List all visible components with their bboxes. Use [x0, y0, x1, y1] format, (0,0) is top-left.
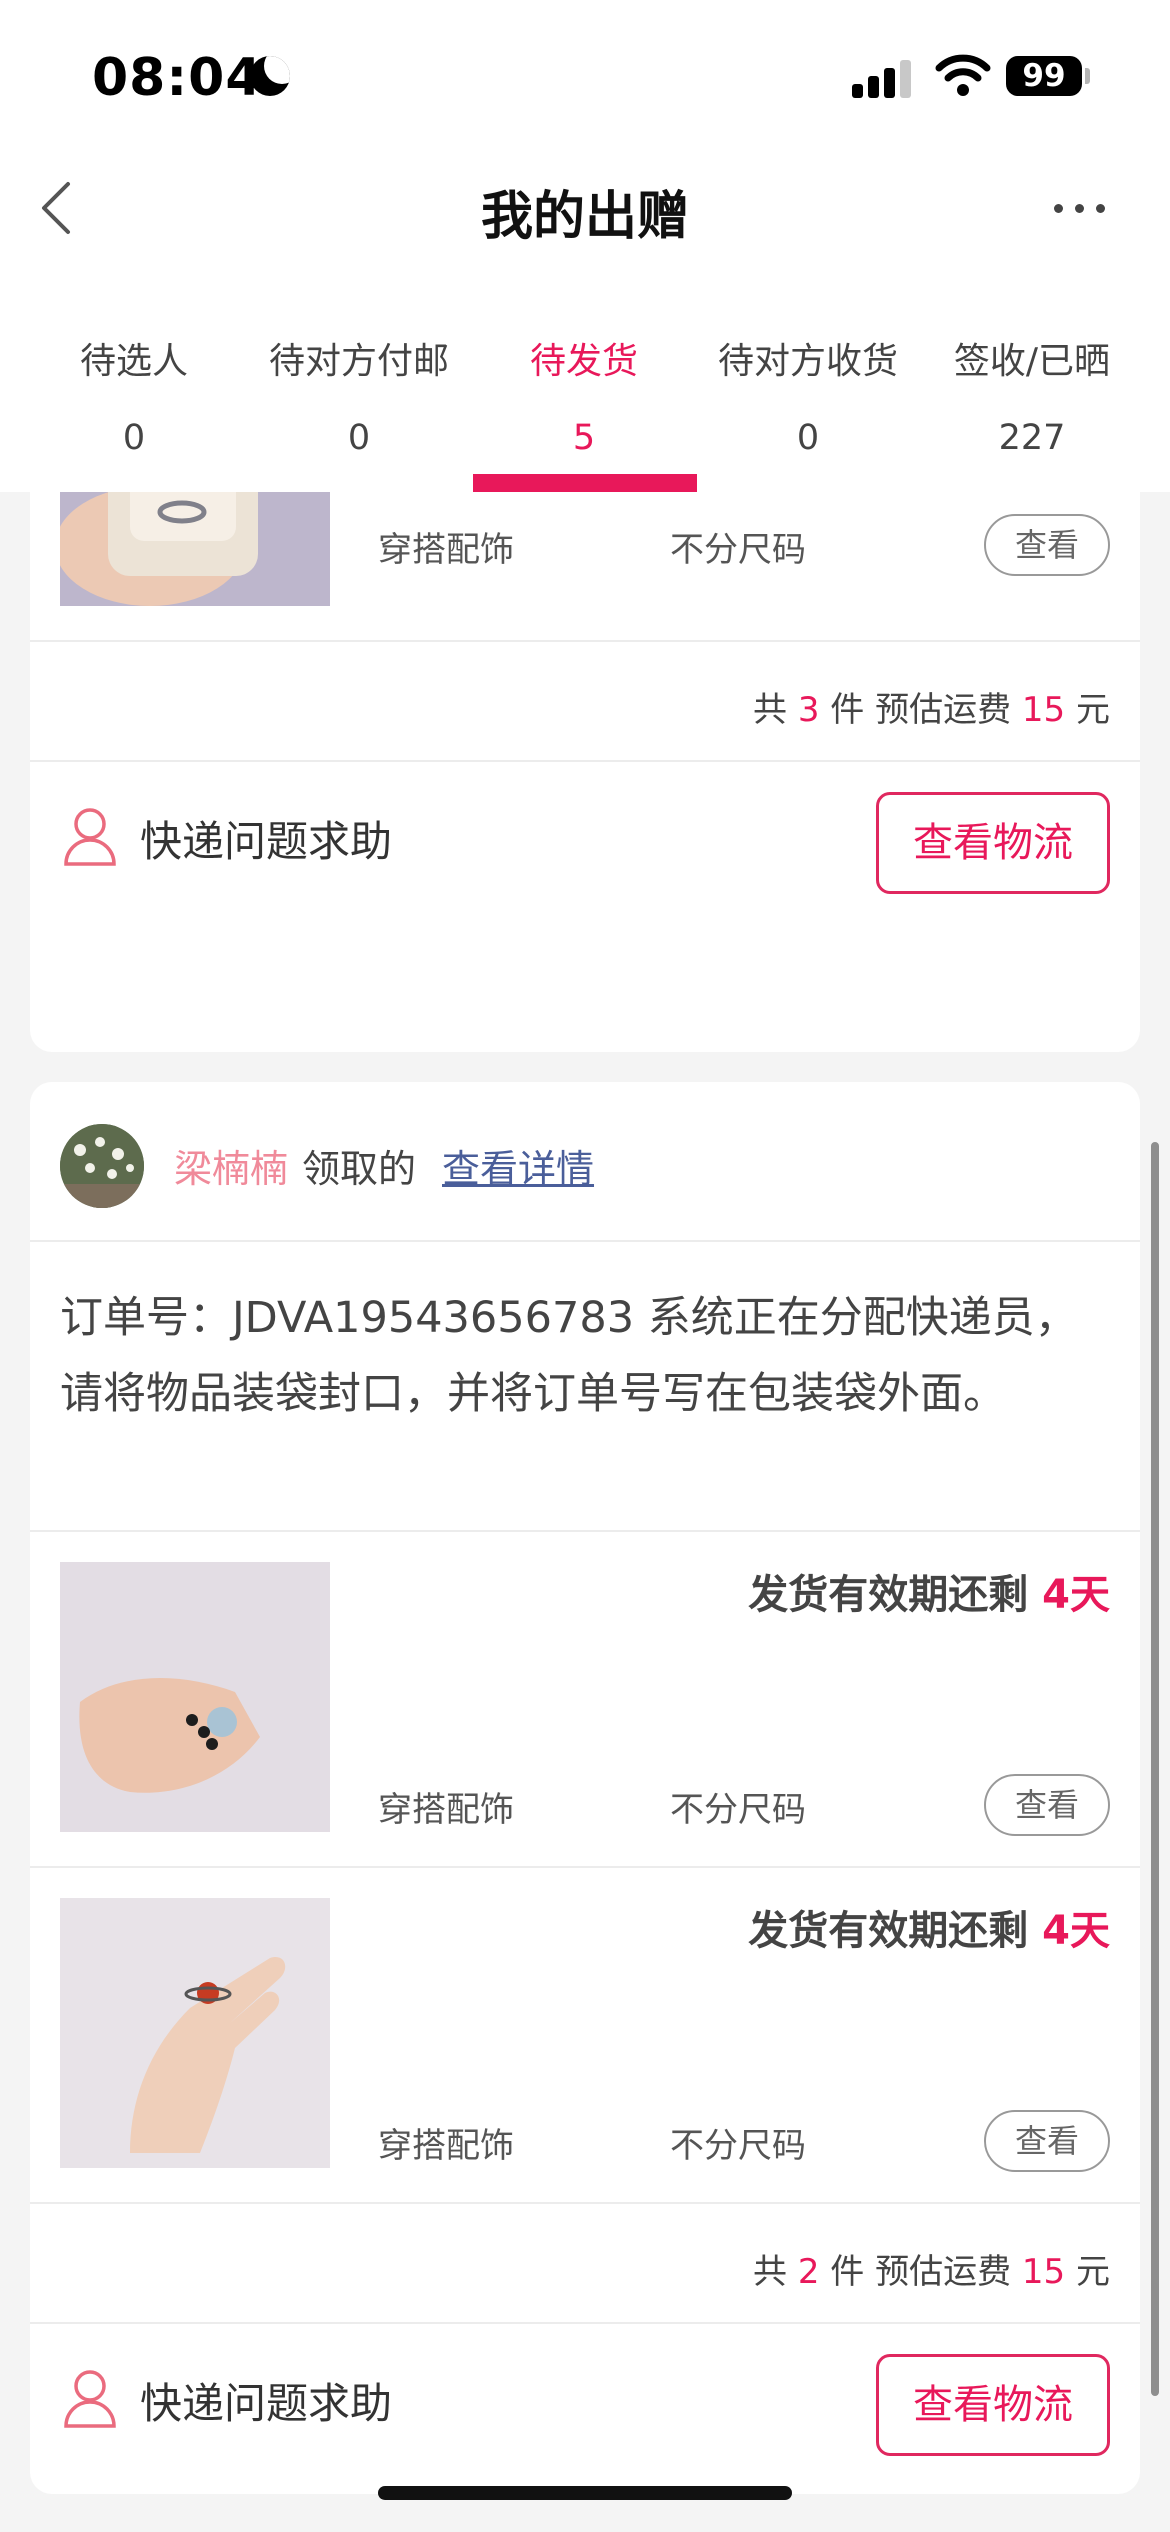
- active-tab-indicator: [473, 474, 697, 492]
- battery-tip: [1085, 68, 1090, 84]
- order-summary: 共 3 件 预估运费 15 元: [30, 642, 1140, 762]
- view-item-button[interactable]: 查看: [984, 514, 1110, 576]
- signal-icon: [852, 58, 912, 98]
- nav-bar: 我的出赠: [0, 150, 1170, 300]
- summary-text: 共 3 件 预估运费 15 元: [753, 690, 1110, 730]
- item-size: 不分尺码: [670, 530, 806, 570]
- summary-text: 共 2 件 预估运费 15 元: [753, 2252, 1110, 2292]
- shipping-help-link[interactable]: 快递问题求助: [140, 2370, 392, 2431]
- tab-count: 0: [347, 418, 371, 458]
- tab-label: 待对方收货: [717, 341, 898, 382]
- page-title: 我的出赠: [480, 187, 689, 247]
- battery-icon: 99: [1006, 56, 1082, 96]
- person-icon[interactable]: [62, 806, 118, 866]
- ship-deadline: 发货有效期还剩 4天: [748, 1908, 1110, 1954]
- tab-count: 5: [572, 418, 596, 458]
- receiver-suffix: 领取的: [302, 1147, 417, 1191]
- view-item-button[interactable]: 查看: [984, 2110, 1110, 2172]
- item-row: 发货有效期还剩 4天 穿搭配饰 不分尺码 查看: [30, 1532, 1140, 1868]
- gift-card: 穿搭配饰 不分尺码 查看 共 3 件 预估运费 15 元 快递问题求助 查看物流: [30, 400, 1140, 1052]
- item-size: 不分尺码: [670, 1790, 806, 1830]
- tab-label: 待发货: [529, 341, 638, 382]
- tab-label: 签收/已晒: [953, 341, 1111, 382]
- ship-deadline: 发货有效期还剩 4天: [748, 1572, 1110, 1618]
- tab-pending-ship[interactable]: 待发货 5: [472, 300, 696, 492]
- help-row: 快递问题求助 查看物流: [30, 2324, 1140, 2494]
- order-note: 订单号：JDVA19543656783 系统正在分配快递员，请将物品装袋封口，并…: [30, 1242, 1140, 1532]
- item-size: 不分尺码: [670, 2126, 806, 2166]
- order-summary: 共 2 件 预估运费 15 元: [30, 2204, 1140, 2324]
- scrollbar[interactable]: [1151, 1142, 1159, 2396]
- status-time: 08:04: [92, 48, 263, 108]
- moon-icon: [250, 56, 290, 96]
- tab-signed[interactable]: 签收/已晒 227: [920, 300, 1144, 492]
- status-tabs: 待选人 0 待对方付邮 0 待发货 5 待对方收货 0 签收/已晒 227: [0, 300, 1170, 492]
- tab-label: 待选人: [79, 341, 188, 382]
- item-image[interactable]: [60, 1898, 330, 2168]
- order-note-text: 订单号：JDVA19543656783 系统正在分配快递员，请将物品装袋封口，并…: [60, 1293, 1078, 1419]
- tab-pending-receive[interactable]: 待对方收货 0: [696, 300, 920, 492]
- item-row: 发货有效期还剩 4天 穿搭配饰 不分尺码 查看: [30, 1868, 1140, 2204]
- tab-count: 0: [122, 418, 146, 458]
- receiver-name[interactable]: 梁楠楠: [174, 1138, 288, 1193]
- receiver-row: 梁楠楠 领取的 查看详情: [30, 1082, 1140, 1242]
- item-category: 穿搭配饰: [378, 530, 514, 570]
- view-details-link[interactable]: 查看详情: [442, 1138, 594, 1193]
- more-icon[interactable]: [1050, 198, 1110, 218]
- tab-count: 0: [796, 418, 820, 458]
- item-image[interactable]: [60, 1562, 330, 1832]
- tab-label: 待对方付邮: [268, 341, 449, 382]
- wifi-icon: [935, 54, 991, 96]
- gift-card: 梁楠楠 领取的 查看详情 订单号：JDVA19543656783 系统正在分配快…: [30, 1082, 1140, 2494]
- item-category: 穿搭配饰: [378, 2126, 514, 2166]
- shipping-help-link[interactable]: 快递问题求助: [140, 808, 392, 869]
- help-row: 快递问题求助 查看物流: [30, 762, 1140, 934]
- view-logistics-button[interactable]: 查看物流: [876, 2354, 1110, 2456]
- tab-count: 227: [998, 418, 1066, 458]
- view-item-button[interactable]: 查看: [984, 1774, 1110, 1836]
- status-bar: 08:04 99: [0, 0, 1170, 150]
- home-indicator[interactable]: [378, 2486, 792, 2500]
- avatar[interactable]: [60, 1124, 144, 1208]
- tab-pending-postage[interactable]: 待对方付邮 0: [247, 300, 471, 492]
- view-logistics-button[interactable]: 查看物流: [876, 792, 1110, 894]
- item-category: 穿搭配饰: [378, 1790, 514, 1830]
- tab-pending-select[interactable]: 待选人 0: [22, 300, 246, 492]
- person-icon[interactable]: [62, 2368, 118, 2428]
